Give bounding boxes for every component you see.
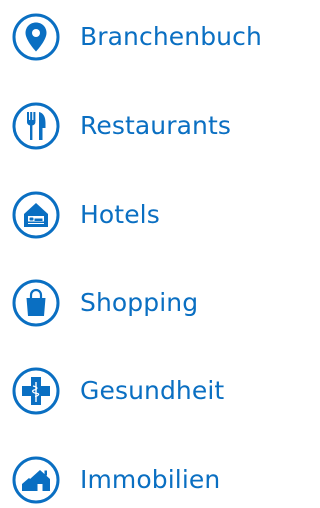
menu-item-shopping[interactable]: Shopping (0, 278, 286, 328)
hotel-bed-icon (11, 190, 61, 240)
menu-item-branchenbuch[interactable]: Branchenbuch (0, 12, 286, 62)
menu-item-label: Branchenbuch (80, 22, 262, 51)
medical-cross-icon (11, 366, 61, 416)
menu-item-hotels[interactable]: Hotels (0, 190, 286, 240)
map-pin-icon (11, 12, 61, 62)
menu-item-label: Shopping (80, 288, 199, 317)
category-menu: Branchenbuch Restaurants Hotels Shopping… (0, 0, 286, 508)
menu-item-restaurants[interactable]: Restaurants (0, 101, 286, 151)
shopping-bag-icon (11, 278, 61, 328)
menu-item-gesundheit[interactable]: Gesundheit (0, 366, 286, 416)
fork-knife-icon (11, 101, 61, 151)
house-icon (11, 455, 61, 505)
menu-item-label: Gesundheit (80, 376, 225, 405)
menu-item-immobilien[interactable]: Immobilien (0, 455, 286, 505)
menu-item-label: Restaurants (80, 111, 231, 140)
menu-item-label: Hotels (80, 200, 160, 229)
menu-item-label: Immobilien (80, 465, 221, 494)
